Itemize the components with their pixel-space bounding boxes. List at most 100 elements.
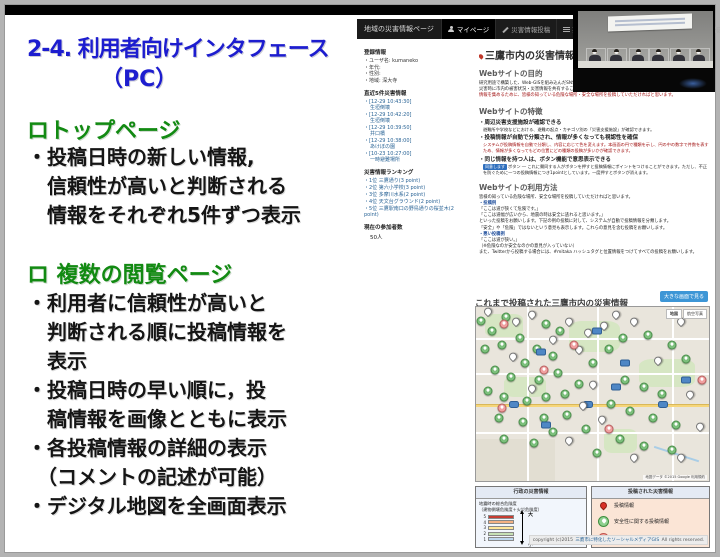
map-marker-safe[interactable] <box>592 448 602 458</box>
map-marker-safe[interactable] <box>667 445 677 455</box>
map-marker-safe[interactable] <box>639 441 649 451</box>
map-marker-danger[interactable] <box>569 340 579 350</box>
map-marker-safe[interactable] <box>522 396 532 406</box>
map-marker-safe[interactable] <box>480 344 490 354</box>
map-marker-blue[interactable] <box>610 383 621 391</box>
map-marker-pin[interactable] <box>694 420 706 433</box>
ranking-item[interactable]: ・3位 多摩川水系(2 point) <box>364 192 470 198</box>
map-marker-safe[interactable] <box>548 351 558 361</box>
map-marker-danger[interactable] <box>697 375 707 385</box>
map-marker-safe[interactable] <box>520 358 530 368</box>
map-marker-blue[interactable] <box>620 359 631 367</box>
map-marker-safe[interactable] <box>618 333 628 343</box>
map-marker-pin[interactable] <box>610 309 622 321</box>
map-type-map-button[interactable]: 地図 <box>666 309 682 319</box>
map-marker-pin[interactable] <box>547 333 559 346</box>
map-marker-safe[interactable] <box>541 392 551 402</box>
map-marker-pin[interactable] <box>628 316 641 328</box>
map-marker-safe[interactable] <box>671 420 681 430</box>
nav-brand[interactable]: 地域の災害情報ページ <box>357 19 441 39</box>
map-marker-blue[interactable] <box>680 376 691 384</box>
feature-title: ・周辺災害支援施設が確認できる <box>479 119 562 126</box>
map-marker-safe[interactable] <box>643 330 653 340</box>
screenshot-stage: 2-4. 利用者向けインタフェース （PC） ロトップページ ・投稿日時の新しい… <box>0 0 720 557</box>
pin-red-glyph <box>598 500 609 511</box>
map-section: これまで投稿された三鷹市内の災害情報 大きな画面で見る 地図 航空写真 地図デー… <box>475 291 710 548</box>
ranking-item[interactable]: ・5位 三鷹駅南口の野鳥通りの桜並木(2 point) <box>364 206 470 218</box>
ranking-item[interactable]: ・2位 第六小学校(3 point) <box>364 185 470 191</box>
ranking-item[interactable]: ・4位 天文台グラウンド(2 point) <box>364 199 470 205</box>
recent-post-link[interactable]: ・[12-29 10:43:30] 生垣倒壊 <box>364 99 470 111</box>
map-marker-safe[interactable] <box>606 399 616 409</box>
map-marker-safe[interactable] <box>483 386 493 396</box>
map-marker-safe[interactable] <box>574 379 584 389</box>
sidebar-profile-heading: 登録情報 <box>364 50 387 56</box>
map-marker-danger[interactable] <box>499 319 509 329</box>
map-marker-safe[interactable] <box>667 340 677 350</box>
map-type-satellite-button[interactable]: 航空写真 <box>683 309 707 319</box>
map-marker-pin[interactable] <box>507 351 519 363</box>
map-marker-blue[interactable] <box>536 348 547 356</box>
map-marker-safe[interactable] <box>581 424 590 434</box>
map-marker-safe[interactable] <box>529 438 539 448</box>
map-marker-safe[interactable] <box>657 389 667 399</box>
recent-post-label: 生垣倒壊 <box>370 105 391 111</box>
risk-scale-number: 1 <box>483 536 486 542</box>
map-marker-danger[interactable] <box>497 403 507 413</box>
map-marker-safe[interactable] <box>494 413 504 423</box>
map-marker-pin[interactable] <box>684 389 697 401</box>
map-attribution: 地図データ ©2015 Google 利用規約 <box>643 475 707 480</box>
sidebar-visitors-heading: 現在の参加者数 <box>364 225 403 231</box>
video-foreground <box>573 69 715 92</box>
map-marker-safe[interactable] <box>648 413 658 423</box>
map-marker-safe[interactable] <box>487 326 497 336</box>
map-marker-pin[interactable] <box>628 452 641 464</box>
map-marker-safe[interactable] <box>620 375 630 385</box>
person-head <box>613 49 619 54</box>
map[interactable]: 地図 航空写真 地図データ ©2015 Google 利用規約 <box>475 306 710 482</box>
recent-post-link[interactable]: ・[12-29 10:38:00] あけぼの園 <box>364 138 470 150</box>
ranking-item[interactable]: ・1位 三鷹通り(3 point) <box>364 178 470 184</box>
map-marker-safe[interactable] <box>588 358 597 368</box>
copyright-prefix: copyright (c)2015 <box>532 537 575 543</box>
nav-item-user[interactable]: マイページ <box>440 19 496 39</box>
video-conference-thumbnail[interactable] <box>573 5 715 92</box>
list-icon <box>563 26 571 33</box>
map-marker-safe[interactable] <box>497 340 507 350</box>
map-marker-danger[interactable] <box>604 424 614 434</box>
map-marker-safe[interactable] <box>476 316 486 326</box>
map-marker-safe[interactable] <box>506 372 516 382</box>
map-marker-safe[interactable] <box>560 389 570 399</box>
copyright-link[interactable]: 三鷹市に特化したソーシャルメディアGIS <box>575 537 659 543</box>
recent-post-link[interactable]: ・[12-29 10:39:50] 井口橋 <box>364 125 470 137</box>
recent-post-link[interactable]: ・[10-23 10:27:00] 一時避難場所 <box>364 151 470 163</box>
map-marker-safe[interactable] <box>615 434 625 444</box>
map-marker-safe[interactable] <box>534 375 544 385</box>
map-marker-blue[interactable] <box>540 421 551 429</box>
map-marker-safe[interactable] <box>499 434 509 444</box>
map-marker-danger[interactable] <box>539 365 549 375</box>
fullscreen-map-button[interactable]: 大きな画面で見る <box>659 291 708 302</box>
map-marker-safe[interactable] <box>562 410 572 420</box>
map-marker-safe[interactable] <box>490 365 500 375</box>
map-marker-safe[interactable] <box>639 382 649 392</box>
map-marker-safe[interactable] <box>499 392 509 402</box>
map-marker-safe[interactable] <box>515 333 525 343</box>
map-road <box>527 307 530 481</box>
map-marker-safe[interactable] <box>555 326 565 336</box>
map-marker-safe[interactable] <box>548 427 558 437</box>
recent-post-link[interactable]: ・[12-29 10:42:20] 生垣倒壊 <box>364 112 470 124</box>
map-marker-safe[interactable] <box>681 354 691 364</box>
map-marker-pin[interactable] <box>563 434 575 446</box>
map-marker-safe[interactable] <box>604 344 614 354</box>
nav-item-pencil[interactable]: 災害情報投稿 <box>495 19 556 39</box>
map-marker-safe[interactable] <box>625 406 635 416</box>
map-marker-safe[interactable] <box>518 417 528 427</box>
sidebar-recent-heading: 直近5件災害情報 <box>364 91 407 97</box>
map-marker-safe[interactable] <box>553 368 563 378</box>
circle-green-glyph <box>598 515 609 527</box>
map-marker-blue[interactable] <box>592 327 603 335</box>
map-marker-safe[interactable] <box>541 319 551 329</box>
person-head <box>676 49 681 54</box>
risk-scale-swatch <box>488 537 514 542</box>
